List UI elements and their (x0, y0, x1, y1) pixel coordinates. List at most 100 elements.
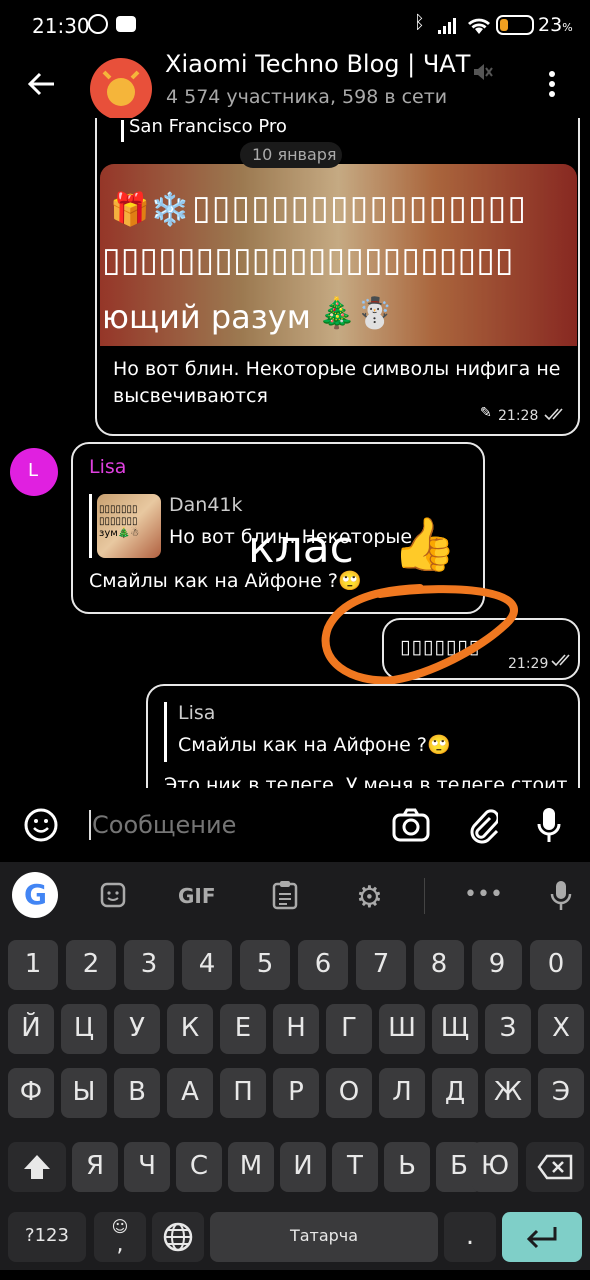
message-image[interactable]: 🎁 ❄️ ▯▯▯▯▯▯▯▯▯▯▯▯▯▯▯▯▯ ▯▯▯▯▯▯▯▯▯▯▯▯▯▯▯▯▯… (100, 164, 577, 346)
key-letter[interactable]: С (176, 1142, 222, 1192)
key-letter[interactable]: Л (379, 1068, 425, 1118)
key-letter[interactable]: У (114, 1004, 160, 1054)
muted-icon (470, 60, 494, 88)
key-letter[interactable]: М (228, 1142, 274, 1192)
key-letter[interactable]: Т (332, 1142, 378, 1192)
key-letter[interactable]: Ь (384, 1142, 430, 1192)
gif-button[interactable]: GIF (178, 884, 216, 908)
key-0[interactable]: 0 (530, 940, 582, 990)
reply-text: Смайлы как на Айфоне ?🙄 (178, 734, 451, 756)
emoji-icon[interactable] (24, 808, 58, 846)
settings-icon[interactable]: ⚙ (356, 880, 383, 915)
key-letter[interactable]: Г (326, 1004, 372, 1054)
key-letter[interactable]: Ч (124, 1142, 170, 1192)
reply-thumbnail: ▯▯▯▯▯▯▯ ▯▯▯▯▯▯▯ зум🎄☃ (97, 494, 161, 558)
message-text: Это ник в телеге. У меня в телеге стоит (164, 774, 568, 788)
camera-icon[interactable] (392, 808, 430, 846)
chat-subtitle: 4 574 участника, 598 в сети (166, 86, 448, 108)
voice-input-icon[interactable] (550, 880, 572, 916)
navigation-bar (0, 1270, 590, 1280)
attach-icon[interactable] (468, 806, 500, 848)
key-letter[interactable]: К (167, 1004, 213, 1054)
shift-key[interactable] (8, 1142, 66, 1192)
key-letter[interactable]: И (280, 1142, 326, 1192)
tree-icon: 🎄 (318, 296, 356, 331)
key-letter[interactable]: Н (273, 1004, 319, 1054)
key-letter[interactable]: А (167, 1068, 213, 1118)
overlay-text: клас (248, 522, 354, 573)
key-letter[interactable]: Э (538, 1068, 584, 1118)
message-time: 21:28 (498, 408, 539, 424)
sender-avatar[interactable]: L (10, 448, 58, 496)
date-chip: 10 января (240, 142, 342, 168)
key-letter[interactable]: Й (8, 1004, 54, 1054)
youtube-icon (116, 16, 136, 32)
thumbs-up-icon: 👍 (392, 515, 457, 575)
enter-key[interactable] (502, 1212, 582, 1262)
key-letter[interactable]: Р (273, 1068, 319, 1118)
key-letter[interactable]: З (485, 1004, 531, 1054)
key-letter[interactable]: Ц (61, 1004, 107, 1054)
key-letter[interactable]: Ю (472, 1142, 518, 1192)
message-bubble[interactable]: San Francisco Pro 🎁 ❄️ ▯▯▯▯▯▯▯▯▯▯▯▯▯▯▯▯▯… (95, 118, 580, 436)
chat-title[interactable]: Xiaomi Techno Blog | ЧАТ (165, 50, 470, 78)
key-3[interactable]: 3 (124, 940, 174, 990)
key-6[interactable]: 6 (298, 940, 348, 990)
message-bubble[interactable]: Lisa Смайлы как на Айфоне ?🙄 Это ник в т… (146, 684, 580, 788)
language-key[interactable] (152, 1212, 204, 1262)
status-time: 21:30 (32, 14, 90, 38)
signal-icon (436, 16, 460, 40)
clipboard-icon[interactable] (272, 880, 298, 914)
key-7[interactable]: 7 (356, 940, 406, 990)
key-2[interactable]: 2 (66, 940, 116, 990)
message-list[interactable]: San Francisco Pro 🎁 ❄️ ▯▯▯▯▯▯▯▯▯▯▯▯▯▯▯▯▯… (0, 118, 590, 788)
key-letter[interactable]: Е (220, 1004, 266, 1054)
key-letter[interactable]: О (326, 1068, 372, 1118)
key-letter[interactable]: Ф (8, 1068, 54, 1118)
space-key[interactable]: Татарча (210, 1212, 438, 1262)
back-arrow-icon[interactable] (26, 68, 58, 104)
reply-author: Lisa (178, 702, 216, 724)
composer (0, 788, 590, 862)
google-button[interactable]: G (12, 872, 58, 918)
key-letter[interactable]: Щ (432, 1004, 478, 1054)
key-letter[interactable]: П (220, 1068, 266, 1118)
more-vert-icon[interactable] (542, 68, 562, 104)
message-text: Но вот блин. Некоторые символы нифига не… (113, 358, 561, 407)
bluetooth-icon: ᛒ (414, 12, 425, 33)
emoji-comma-key[interactable]: ☺ , (94, 1212, 146, 1262)
key-letter[interactable]: Ж (485, 1068, 531, 1118)
backspace-key[interactable] (526, 1142, 584, 1192)
key-letter[interactable]: Ш (379, 1004, 425, 1054)
key-letter[interactable]: В (114, 1068, 160, 1118)
edit-icon: ✎ (480, 405, 492, 421)
key-1[interactable]: 1 (8, 940, 58, 990)
more-icon[interactable]: ••• (464, 882, 503, 907)
key-8[interactable]: 8 (414, 940, 464, 990)
snowman-icon: ☃️ (356, 296, 394, 331)
group-avatar[interactable] (90, 58, 152, 120)
alarm-icon (88, 14, 108, 34)
key-letter[interactable]: Ы (61, 1068, 107, 1118)
image-caption-text: ющий разум (102, 298, 311, 336)
sticker-icon[interactable] (100, 882, 126, 912)
key-4[interactable]: 4 (182, 940, 232, 990)
key-9[interactable]: 9 (472, 940, 522, 990)
status-bar: 21:30 ᛒ 23% (0, 0, 590, 52)
key-letter[interactable]: Х (538, 1004, 584, 1054)
symbols-key[interactable]: ?123 (8, 1212, 86, 1262)
reply-author: Dan41k (169, 494, 243, 516)
key-5[interactable]: 5 (240, 940, 290, 990)
key-letter[interactable]: Д (432, 1068, 478, 1118)
message-input[interactable] (90, 806, 374, 844)
key-letter[interactable]: Я (72, 1142, 118, 1192)
divider (424, 878, 425, 914)
period-key[interactable]: . (444, 1212, 496, 1262)
snowflake-icon: ❄️ (150, 190, 190, 228)
wifi-icon (466, 14, 492, 40)
missing-glyphs: ▯▯▯▯▯▯▯▯▯▯▯▯▯▯▯▯▯ (192, 188, 528, 228)
keyboard: G GIF ⚙ ••• 1 2 3 4 5 6 7 8 9 0 Й Ц У К … (0, 862, 590, 1280)
reply-author: San Francisco Pro (129, 118, 287, 137)
microphone-icon[interactable] (536, 806, 562, 848)
sender-name: Lisa (89, 456, 127, 478)
